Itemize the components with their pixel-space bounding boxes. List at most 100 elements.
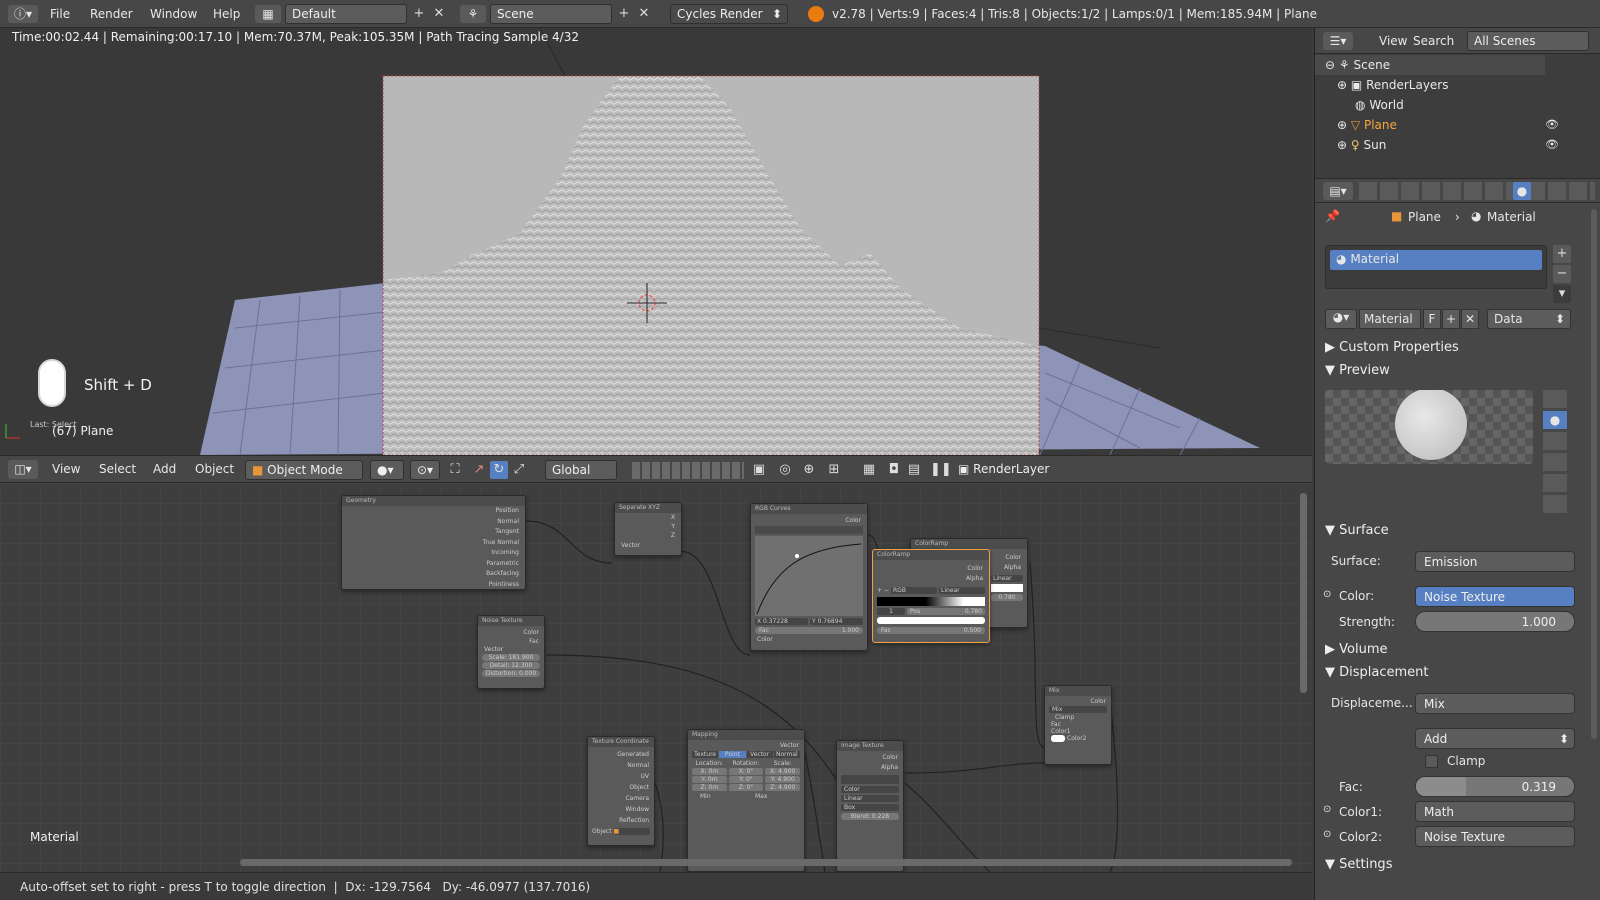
shading-select[interactable]: ●▾	[370, 460, 404, 480]
node-image-texture[interactable]: Image Texture Color Alpha Color Linear B…	[836, 740, 904, 872]
mix-color2-swatch[interactable]	[1051, 735, 1065, 742]
ramp-mode-select[interactable]: Linear	[991, 575, 1023, 582]
panel-settings[interactable]: ▼ Settings	[1325, 857, 1595, 877]
snap-element-icon[interactable]: ⊞	[825, 461, 843, 479]
layer-buttons[interactable]	[632, 462, 744, 479]
outliner[interactable]: ☰▾ View Search All Scenes ⊖ ⚘ Scene ⊕ ▣ …	[1314, 28, 1600, 178]
expand-icon[interactable]: ⊕	[1337, 118, 1347, 132]
proportional-icon[interactable]: ◎	[776, 461, 794, 479]
preview-sphere-icon[interactable]: ●	[1543, 411, 1567, 429]
ramp-interp-mode[interactable]: Linear	[939, 587, 985, 594]
add-scene-icon[interactable]: +	[615, 5, 633, 23]
menu-render[interactable]: Render	[90, 7, 133, 21]
mapping-field[interactable]: Y: 0°	[728, 776, 764, 783]
color1-select[interactable]: Math	[1415, 801, 1575, 822]
node-texture-coordinate[interactable]: Texture Coordinate Generated Normal UV O…	[587, 736, 655, 846]
orientation-select[interactable]: Global	[545, 460, 617, 480]
node-colorramp-front[interactable]: ColorRamp Color Alpha + − RGB Linear 1 P…	[872, 549, 990, 643]
node-mix[interactable]: Mix Color Mix Clamp Fac Color1 Color2	[1044, 685, 1112, 765]
clapper-icon[interactable]: ▤	[905, 461, 923, 479]
add-layout-icon[interactable]: +	[410, 5, 428, 23]
pin-icon[interactable]: 📌	[1325, 209, 1340, 223]
node-rgb-curves[interactable]: RGB Curves Color X 0.37228 Y 0.76894 Fac…	[750, 503, 868, 651]
context-tabs[interactable]	[1359, 182, 1595, 200]
mapping-field[interactable]: Y: 0m	[692, 776, 727, 783]
image-blend-field[interactable]: Blend: 0.228	[841, 813, 899, 820]
snap-icon[interactable]: ⊕	[800, 461, 818, 479]
scale-icon[interactable]: ⤢	[510, 461, 528, 479]
properties-scrollbar[interactable]	[1591, 209, 1597, 739]
mode-select[interactable]: ■ Object Mode	[245, 460, 363, 480]
strength-slider[interactable]: 1.000	[1415, 611, 1575, 632]
clamp-checkbox[interactable]	[1425, 755, 1438, 768]
vertical-scrollbar[interactable]	[1300, 493, 1307, 693]
ramp-stop-color[interactable]	[877, 617, 985, 624]
ramp-pos-value[interactable]: 0.780	[991, 594, 1023, 601]
menu-file[interactable]: File	[50, 7, 70, 21]
mix-clamp-checkbox[interactable]: Clamp	[1045, 714, 1111, 721]
mapping-field[interactable]: X: 0°	[728, 768, 764, 775]
properties-editor[interactable]: ▤▾ ● 📌 ■ Plane › ◕ Material ◕ Material +…	[1314, 178, 1600, 900]
menu-view[interactable]: View	[52, 462, 80, 476]
menu-window[interactable]: Window	[150, 7, 197, 21]
expand-icon[interactable]: ⊕	[1337, 78, 1347, 92]
curves-graph[interactable]	[755, 536, 863, 616]
collapse-icon[interactable]: ⊖	[1325, 58, 1335, 72]
surface-shader-select[interactable]: Emission	[1415, 551, 1575, 572]
socket-link-icon[interactable]: ⊙	[1323, 589, 1331, 600]
ramp-color-mode[interactable]: RGB	[891, 587, 937, 594]
socket-link-icon[interactable]: ⊙	[1323, 804, 1331, 815]
outliner-filter-select[interactable]: All Scenes	[1467, 31, 1589, 51]
ramp-add-stop-icon[interactable]: + −	[877, 587, 889, 594]
material-tab-icon[interactable]: ●	[1513, 182, 1531, 200]
translate-icon[interactable]: ↗	[470, 461, 488, 479]
color2-select[interactable]: Noise Texture	[1415, 826, 1575, 847]
fac-slider[interactable]: 0.319	[1415, 776, 1575, 797]
scene-icon[interactable]: ⚘	[460, 5, 486, 23]
panel-displacement[interactable]: ▼ Displacement	[1325, 665, 1595, 685]
displacement-select[interactable]: Mix	[1415, 693, 1575, 714]
blend-mode-select[interactable]: Add ⬍	[1415, 728, 1575, 749]
ramp-fac-slider[interactable]: Fac 0.500	[877, 627, 985, 634]
new-material-icon[interactable]: +	[1442, 309, 1460, 329]
pause-icon[interactable]: ❚❚	[930, 461, 952, 479]
material-name-field[interactable]: Material	[1359, 309, 1421, 329]
curves-y-value[interactable]: Y 0.76894	[810, 618, 863, 625]
remove-layout-icon[interactable]: ✕	[430, 5, 448, 23]
image-browse-field[interactable]	[841, 775, 899, 784]
info-editor-icon[interactable]: ⓘ▾	[8, 5, 38, 23]
opengl-render-icon[interactable]: ▦	[860, 461, 878, 479]
curves-x-value[interactable]: X 0.37228	[755, 618, 808, 625]
lock-layers-icon[interactable]: ▣	[750, 461, 768, 479]
noise-distortion-field[interactable]: Distortion: 0.000	[482, 670, 540, 677]
ramp-pos-field[interactable]: Pos 0.780	[907, 608, 985, 615]
render-engine-select[interactable]: Cycles Render ⬍	[670, 4, 788, 24]
mapping-max-checkbox[interactable]: Max	[747, 793, 800, 800]
eye-icon[interactable]: 👁	[1545, 118, 1559, 131]
horizontal-scrollbar[interactable]	[240, 859, 1292, 866]
rotate-icon[interactable]: ↻	[490, 461, 508, 479]
pivot-select[interactable]: ⊙▾	[410, 460, 440, 480]
outliner-row-world[interactable]: ◍ World	[1355, 95, 1404, 115]
outliner-editor-icon[interactable]: ☰▾	[1323, 32, 1353, 50]
link-select[interactable]: Data ⬍	[1487, 309, 1571, 329]
ramp-stop-index[interactable]: 1	[877, 608, 905, 615]
camera-icon[interactable]: ◘	[885, 461, 903, 479]
node-noise-texture[interactable]: Noise Texture Color Fac Vector Scale: 18…	[477, 615, 545, 689]
outliner-menu-view[interactable]: View	[1379, 34, 1407, 48]
curves-channel-buttons[interactable]	[755, 526, 863, 534]
color-input-select[interactable]: Noise Texture	[1415, 586, 1575, 607]
mapping-tab-texture[interactable]: Texture	[692, 751, 719, 758]
editor-type-icon[interactable]: ◫▾	[8, 460, 38, 479]
mapping-tab-vector[interactable]: Vector	[746, 751, 773, 758]
material-slot-row[interactable]: ◕ Material	[1330, 250, 1542, 270]
material-browse[interactable]: ◕▾	[1325, 309, 1357, 329]
mapping-field[interactable]: X: 4.900	[765, 768, 801, 775]
menu-add[interactable]: Add	[153, 462, 176, 476]
add-slot-icon[interactable]: +	[1553, 245, 1571, 263]
outliner-row-plane[interactable]: ⊕ ▽ Plane	[1337, 115, 1397, 135]
material-slots-list[interactable]: ◕ Material	[1325, 245, 1547, 289]
image-color-space[interactable]: Color	[841, 786, 899, 793]
panel-custom-properties[interactable]: ▶ Custom Properties	[1325, 340, 1595, 360]
remove-scene-icon[interactable]: ✕	[635, 5, 653, 23]
